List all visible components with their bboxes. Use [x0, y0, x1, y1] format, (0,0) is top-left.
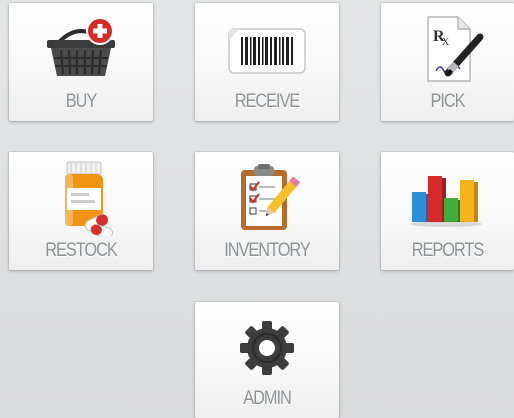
- barcode-icon: [195, 13, 339, 85]
- bar-chart-icon: [381, 162, 514, 234]
- admin-label: ADMIN: [243, 388, 292, 409]
- receive-button[interactable]: RECEIVE: [195, 3, 339, 121]
- inventory-label: INVENTORY: [224, 240, 310, 261]
- receive-label: RECEIVE: [234, 91, 301, 112]
- pill-bottle-icon: [9, 161, 153, 236]
- reports-label: REPORTS: [411, 240, 485, 261]
- pick-button[interactable]: R X PICK: [381, 3, 514, 121]
- pick-label: PICK: [430, 91, 465, 112]
- restock-label: RESTOCK: [45, 240, 118, 261]
- reports-button[interactable]: REPORTS: [381, 152, 514, 270]
- gear-icon: [195, 312, 339, 384]
- inventory-button[interactable]: INVENTORY: [195, 152, 339, 270]
- restock-button[interactable]: RESTOCK: [9, 152, 153, 270]
- svg-text:X: X: [442, 37, 450, 48]
- clipboard-checklist-icon: [195, 162, 339, 234]
- prescription-pen-icon: R X: [381, 13, 514, 85]
- admin-button[interactable]: ADMIN: [195, 302, 339, 418]
- buy-label: BUY: [65, 91, 98, 112]
- buy-button[interactable]: BUY: [9, 3, 153, 121]
- shopping-basket-add-icon: [9, 13, 153, 85]
